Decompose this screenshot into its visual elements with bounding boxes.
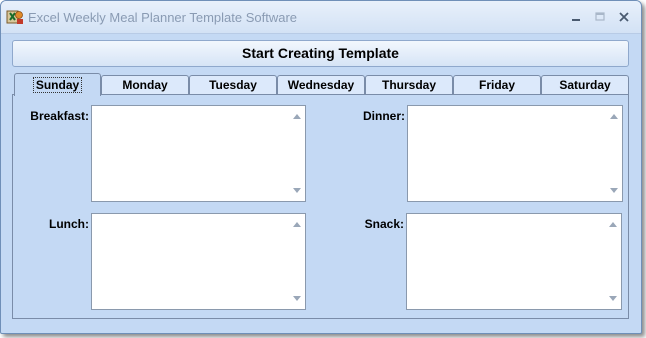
- window-title: Excel Weekly Meal Planner Template Softw…: [28, 10, 298, 25]
- tab-saturday[interactable]: Saturday: [541, 75, 629, 94]
- lunch-field[interactable]: [91, 213, 306, 310]
- breakfast-label: Breakfast:: [30, 109, 89, 123]
- snack-field[interactable]: [406, 213, 622, 310]
- scroll-down-icon[interactable]: [293, 296, 301, 302]
- tab-thursday[interactable]: Thursday: [365, 75, 453, 94]
- breakfast-scrollbar[interactable]: [289, 106, 305, 201]
- scroll-up-icon[interactable]: [609, 221, 617, 227]
- app-icon: [6, 9, 24, 25]
- tab-panel-sunday: Breakfast: Dinner: Lunch: Snack:: [12, 94, 629, 319]
- app-window: Excel Weekly Meal Planner Template Softw…: [0, 0, 642, 334]
- scroll-down-icon[interactable]: [293, 188, 301, 194]
- tab-label: Saturday: [559, 78, 611, 92]
- scroll-down-icon[interactable]: [609, 296, 617, 302]
- snack-label: Snack:: [364, 217, 404, 231]
- lunch-scrollbar[interactable]: [289, 214, 305, 309]
- scroll-up-icon[interactable]: [610, 113, 618, 119]
- tab-label: Wednesday: [287, 78, 355, 92]
- tab-label: Friday: [478, 78, 515, 92]
- tab-label: Sunday: [32, 77, 83, 93]
- tab-friday[interactable]: Friday: [453, 75, 541, 94]
- scroll-up-icon[interactable]: [293, 221, 301, 227]
- tab-wednesday[interactable]: Wednesday: [277, 75, 365, 94]
- scroll-down-icon[interactable]: [610, 188, 618, 194]
- dinner-field[interactable]: [407, 105, 623, 202]
- start-creating-template-button[interactable]: Start Creating Template: [12, 40, 629, 67]
- minimize-icon[interactable]: [567, 8, 585, 26]
- dinner-scrollbar[interactable]: [606, 106, 622, 201]
- breakfast-field[interactable]: [91, 105, 306, 202]
- tab-monday[interactable]: Monday: [101, 75, 189, 94]
- tab-label: Thursday: [381, 78, 436, 92]
- snack-scrollbar[interactable]: [605, 214, 621, 309]
- dinner-label: Dinner:: [363, 109, 405, 123]
- tab-label: Tuesday: [209, 78, 257, 92]
- tab-label: Monday: [122, 78, 168, 92]
- tab-tuesday[interactable]: Tuesday: [189, 75, 277, 94]
- tab-sunday[interactable]: Sunday: [14, 73, 101, 96]
- maximize-icon[interactable]: [591, 8, 609, 26]
- lunch-label: Lunch:: [49, 217, 89, 231]
- scroll-up-icon[interactable]: [293, 113, 301, 119]
- close-icon[interactable]: [615, 8, 633, 26]
- title-bar[interactable]: Excel Weekly Meal Planner Template Softw…: [1, 1, 641, 34]
